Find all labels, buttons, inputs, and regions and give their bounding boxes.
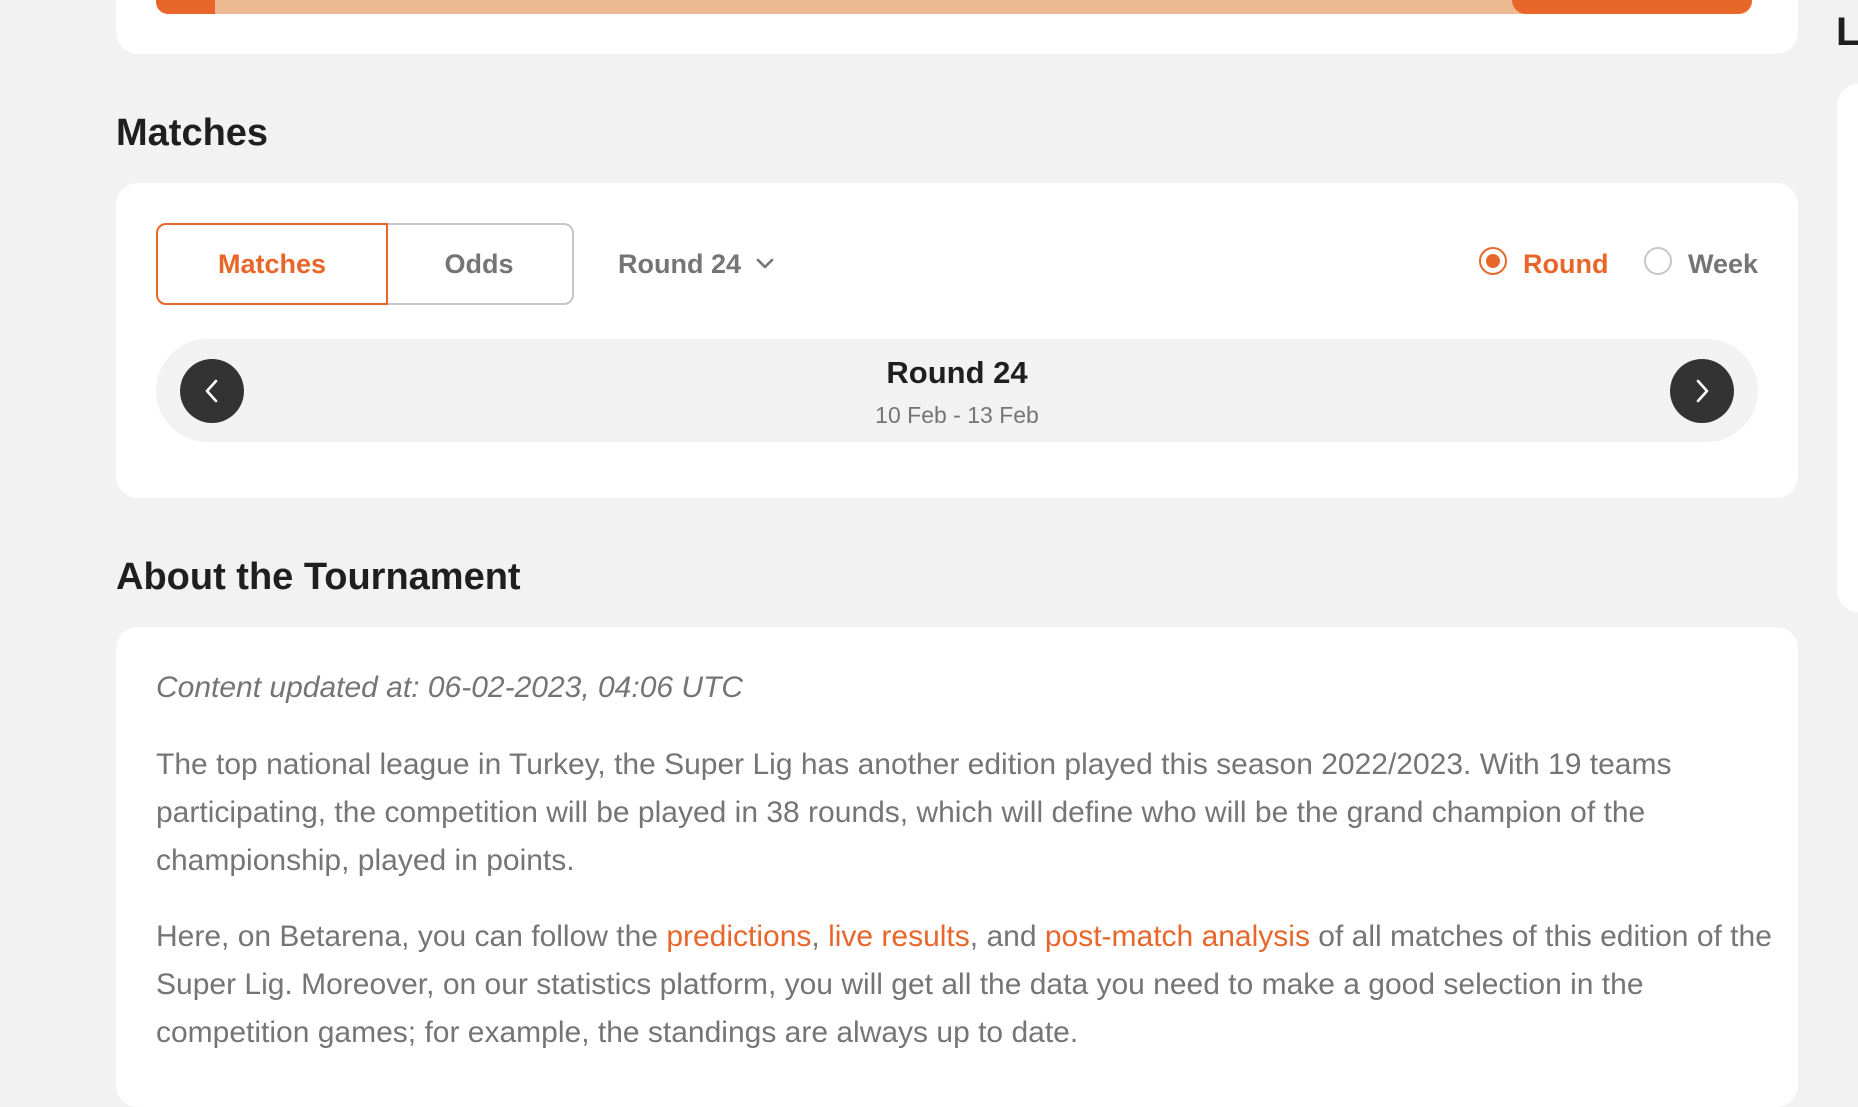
round-select-value: Round 24 bbox=[618, 248, 742, 279]
post-match-analysis-link[interactable]: post-match analysis bbox=[1045, 920, 1310, 953]
radio-round[interactable]: Round bbox=[1479, 223, 1608, 305]
about-card: Content updated at: 06-02-2023, 04:06 UT… bbox=[116, 627, 1798, 1107]
about-p2-separator: , bbox=[811, 920, 829, 953]
progress-bar bbox=[156, 0, 1752, 14]
radio-week[interactable]: Week bbox=[1644, 223, 1758, 305]
round-select-dropdown[interactable]: Round 24 bbox=[618, 223, 775, 305]
tab-odds[interactable]: Odds bbox=[386, 223, 574, 305]
about-p2-text: Here, on Betarena, you can follow the bbox=[156, 920, 667, 953]
matches-card: Matches Odds Round 24 Round Week Round 2… bbox=[116, 183, 1798, 498]
right-column-heading: L bbox=[1836, 10, 1858, 54]
about-paragraph-2: Here, on Betarena, you can follow the pr… bbox=[156, 913, 1776, 1057]
live-results-link[interactable]: live results bbox=[828, 920, 970, 953]
radio-week-indicator[interactable] bbox=[1644, 247, 1672, 275]
round-nav-title: Round 24 bbox=[886, 355, 1028, 390]
top-card bbox=[116, 0, 1798, 54]
next-round-button[interactable] bbox=[1670, 359, 1734, 423]
about-paragraph-1: The top national league in Turkey, the S… bbox=[156, 748, 1672, 877]
about-p2-separator: , and bbox=[969, 920, 1045, 953]
tab-matches[interactable]: Matches bbox=[156, 223, 388, 305]
chevron-right-icon bbox=[1696, 379, 1709, 403]
progress-bar-fill bbox=[156, 0, 215, 14]
chevron-down-icon bbox=[755, 257, 775, 271]
about-section-title: About the Tournament bbox=[116, 556, 521, 598]
predictions-link[interactable]: predictions bbox=[666, 920, 811, 953]
round-navigator: Round 24 10 Feb - 13 Feb bbox=[156, 339, 1758, 442]
content-updated-text: Content updated at: 06-02-2023, 04:06 UT… bbox=[156, 671, 744, 704]
top-action-button[interactable] bbox=[1512, 0, 1752, 14]
radio-week-label: Week bbox=[1688, 248, 1759, 279]
radio-round-label: Round bbox=[1523, 248, 1609, 279]
radio-round-indicator[interactable] bbox=[1479, 247, 1507, 275]
round-nav-dates: 10 Feb - 13 Feb bbox=[875, 402, 1039, 428]
matches-section-title: Matches bbox=[116, 112, 269, 154]
right-column-card bbox=[1837, 84, 1858, 612]
